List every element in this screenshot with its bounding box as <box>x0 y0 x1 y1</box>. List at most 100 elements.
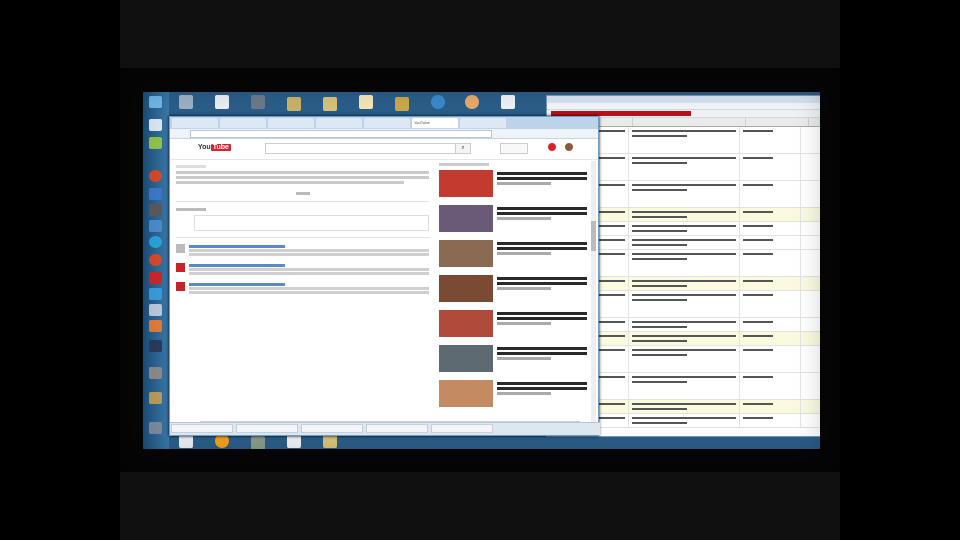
archive-icon[interactable] <box>251 95 265 109</box>
related-video-item[interactable] <box>439 275 587 304</box>
download-item[interactable] <box>301 424 363 433</box>
commenter-avatar[interactable] <box>176 244 185 253</box>
sheet-cell[interactable] <box>740 250 801 276</box>
bell-icon[interactable] <box>548 143 556 151</box>
document-icon[interactable] <box>179 434 193 448</box>
upload-button[interactable] <box>500 143 528 154</box>
sheet-cell[interactable] <box>629 208 740 221</box>
video-title[interactable] <box>497 240 587 269</box>
ie-icon[interactable] <box>149 236 162 248</box>
media-icon[interactable] <box>215 434 229 448</box>
download-item[interactable] <box>171 424 233 433</box>
sheet-cell[interactable] <box>629 332 740 345</box>
video-title[interactable] <box>497 275 587 304</box>
document-icon[interactable] <box>501 95 515 109</box>
app-icon[interactable] <box>149 220 162 232</box>
app-icon[interactable] <box>149 288 162 300</box>
tab[interactable] <box>220 118 266 128</box>
app-icon[interactable] <box>149 272 162 284</box>
download-item[interactable] <box>366 424 428 433</box>
related-video-item[interactable] <box>439 380 587 409</box>
sheet-cell[interactable] <box>740 222 801 235</box>
app-icon[interactable] <box>149 320 162 332</box>
sheet-cell[interactable] <box>740 400 801 413</box>
tab[interactable] <box>172 118 218 128</box>
sheet-cell[interactable] <box>740 291 801 317</box>
window-titlebar[interactable] <box>547 96 820 103</box>
video-title[interactable] <box>497 205 587 234</box>
sheet-cell[interactable] <box>629 277 740 290</box>
browser-window[interactable]: YouTube You Tube ⌕ <box>169 116 600 436</box>
video-thumbnail[interactable] <box>439 310 493 337</box>
sheet-cell[interactable] <box>629 154 740 180</box>
related-video-item[interactable] <box>439 240 587 269</box>
avatar[interactable] <box>565 143 573 151</box>
video-thumbnail[interactable] <box>439 240 493 267</box>
folder-icon[interactable] <box>323 97 337 111</box>
tab[interactable] <box>316 118 362 128</box>
document-icon[interactable] <box>215 95 229 109</box>
sheet-cell[interactable] <box>740 236 801 249</box>
app-icon[interactable] <box>149 204 162 216</box>
app-icon[interactable] <box>149 340 162 352</box>
related-video-item[interactable] <box>439 170 587 199</box>
folder-icon[interactable] <box>395 97 409 111</box>
recycle-bin-icon[interactable] <box>179 95 193 109</box>
related-video-item[interactable] <box>439 205 587 234</box>
sheet-cell[interactable] <box>629 222 740 235</box>
commenter-avatar[interactable] <box>176 263 185 272</box>
sheet-cell[interactable] <box>740 181 801 207</box>
search-input[interactable] <box>265 143 457 154</box>
tab[interactable] <box>460 118 506 128</box>
sheet-cell[interactable] <box>740 318 801 331</box>
sheet-cell[interactable] <box>629 181 740 207</box>
video-title[interactable] <box>497 170 587 199</box>
archive-icon[interactable] <box>251 436 265 449</box>
sheet-cell[interactable] <box>629 250 740 276</box>
sheet-cell[interactable] <box>629 236 740 249</box>
youtube-logo[interactable]: You Tube <box>198 144 231 151</box>
comment-input[interactable] <box>194 215 429 231</box>
tab[interactable] <box>364 118 410 128</box>
download-item[interactable] <box>236 424 298 433</box>
show-more-button[interactable] <box>295 192 310 195</box>
video-thumbnail[interactable] <box>439 345 493 372</box>
clock-icon[interactable] <box>149 422 162 434</box>
video-thumbnail[interactable] <box>439 205 493 232</box>
app-icon[interactable] <box>149 367 162 379</box>
search-icon[interactable]: ⌕ <box>455 143 471 154</box>
column-header[interactable] <box>746 118 809 126</box>
sheet-cell[interactable] <box>740 414 801 427</box>
tab-youtube[interactable]: YouTube <box>412 118 458 128</box>
column-header[interactable] <box>633 118 746 126</box>
commenter-avatar[interactable] <box>176 282 185 291</box>
document-icon[interactable] <box>287 434 301 448</box>
tab[interactable] <box>268 118 314 128</box>
document-icon[interactable] <box>359 95 373 109</box>
sheet-cell[interactable] <box>629 373 740 399</box>
video-title[interactable] <box>497 310 587 339</box>
app-icon[interactable] <box>149 254 162 266</box>
start-button[interactable] <box>149 96 162 108</box>
download-item[interactable] <box>431 424 493 433</box>
sheet-cell[interactable] <box>629 414 740 427</box>
scrollbar[interactable] <box>591 161 596 431</box>
sheet-cell[interactable] <box>740 373 801 399</box>
related-video-item[interactable] <box>439 310 587 339</box>
video-title[interactable] <box>497 380 587 409</box>
video-thumbnail[interactable] <box>439 275 493 302</box>
sheet-cell[interactable] <box>629 400 740 413</box>
video-title[interactable] <box>497 345 587 374</box>
sheet-cell[interactable] <box>629 291 740 317</box>
related-video-item[interactable] <box>439 345 587 374</box>
video-thumbnail[interactable] <box>439 170 493 197</box>
sheet-cell[interactable] <box>740 277 801 290</box>
explorer-icon[interactable] <box>149 119 162 131</box>
sheet-cell[interactable] <box>740 332 801 345</box>
app-icon[interactable] <box>149 188 162 200</box>
scrollbar-thumb[interactable] <box>591 221 596 251</box>
folder-icon[interactable] <box>323 434 337 448</box>
sheet-cell[interactable] <box>629 346 740 372</box>
app-icon[interactable] <box>149 392 162 404</box>
app-icon[interactable] <box>149 304 162 316</box>
